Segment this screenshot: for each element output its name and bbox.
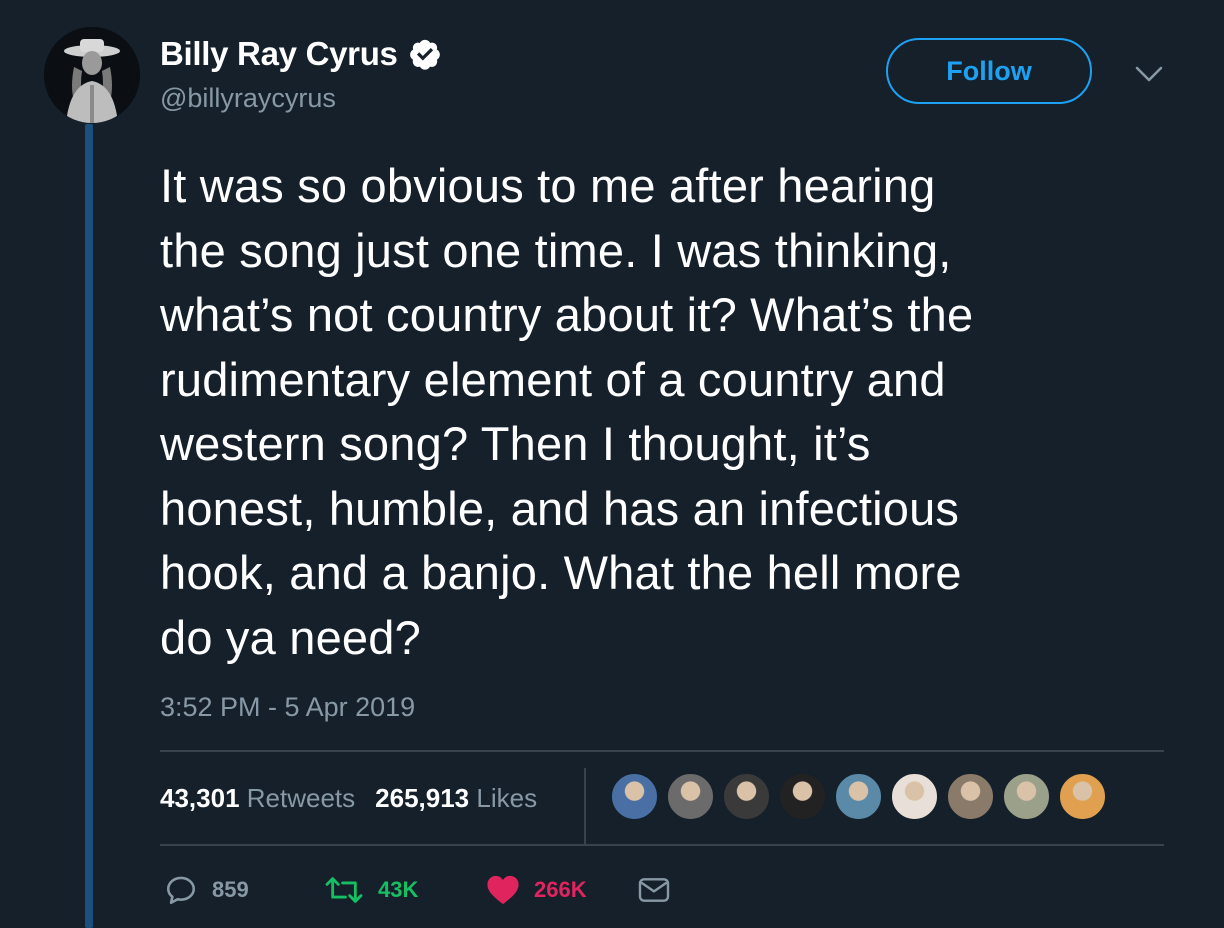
avatar-icon: [44, 27, 140, 123]
stats-separator: [584, 768, 586, 844]
like-button[interactable]: 266K: [486, 874, 638, 906]
reply-count: 859: [212, 877, 249, 902]
divider: [160, 844, 1164, 846]
envelope-icon: [638, 878, 670, 902]
user-handle[interactable]: @billyraycyrus: [160, 82, 336, 114]
retweets-count: 43,301: [160, 782, 240, 813]
liker-avatar-1-icon[interactable]: [610, 772, 659, 821]
like-count: 266K: [534, 877, 587, 902]
liker-avatars: [610, 772, 1107, 824]
tweet-text: It was so obvious to me after hearing th…: [160, 159, 974, 664]
display-name-row[interactable]: Billy Ray Cyrus: [160, 34, 442, 74]
likes-stat[interactable]: 265,913 Likes: [375, 783, 537, 814]
avatar[interactable]: [44, 27, 140, 123]
engagement-stats: 43,301 Retweets 265,913 Likes: [160, 780, 537, 816]
reply-icon: [166, 876, 196, 905]
retweet-count: 43K: [378, 877, 419, 902]
retweets-stat[interactable]: 43,301 Retweets: [160, 783, 355, 814]
display-name[interactable]: Billy Ray Cyrus: [160, 34, 398, 74]
tweet-timestamp[interactable]: 3:52 PM - 5 Apr 2019: [160, 690, 415, 724]
divider: [160, 750, 1164, 752]
liker-avatar-9-icon[interactable]: [1058, 772, 1107, 821]
liker-avatar-3-icon[interactable]: [722, 772, 771, 821]
chevron-down-icon[interactable]: [1134, 62, 1164, 86]
follow-button[interactable]: Follow: [886, 38, 1092, 104]
likes-label: Likes: [476, 782, 538, 813]
liker-avatar-8-icon[interactable]: [1002, 772, 1051, 821]
likes-count: 265,913: [375, 782, 470, 813]
reply-button[interactable]: 859: [164, 873, 324, 907]
liker-avatar-7-icon[interactable]: [946, 772, 995, 821]
liker-avatar-2-icon[interactable]: [666, 772, 715, 821]
retweet-icon: [325, 877, 363, 903]
liker-avatar-5-icon[interactable]: [834, 772, 883, 821]
thread-line: [85, 124, 93, 928]
retweet-button[interactable]: 43K: [324, 873, 486, 907]
heart-icon: [487, 875, 519, 905]
tweet-actions: 859 43K 266K: [164, 868, 678, 912]
liker-avatar-6-icon[interactable]: [890, 772, 939, 821]
verified-badge-icon: [409, 39, 440, 70]
retweets-label: Retweets: [246, 782, 356, 813]
liker-avatar-4-icon[interactable]: [778, 772, 827, 821]
direct-message-button[interactable]: [638, 876, 678, 904]
